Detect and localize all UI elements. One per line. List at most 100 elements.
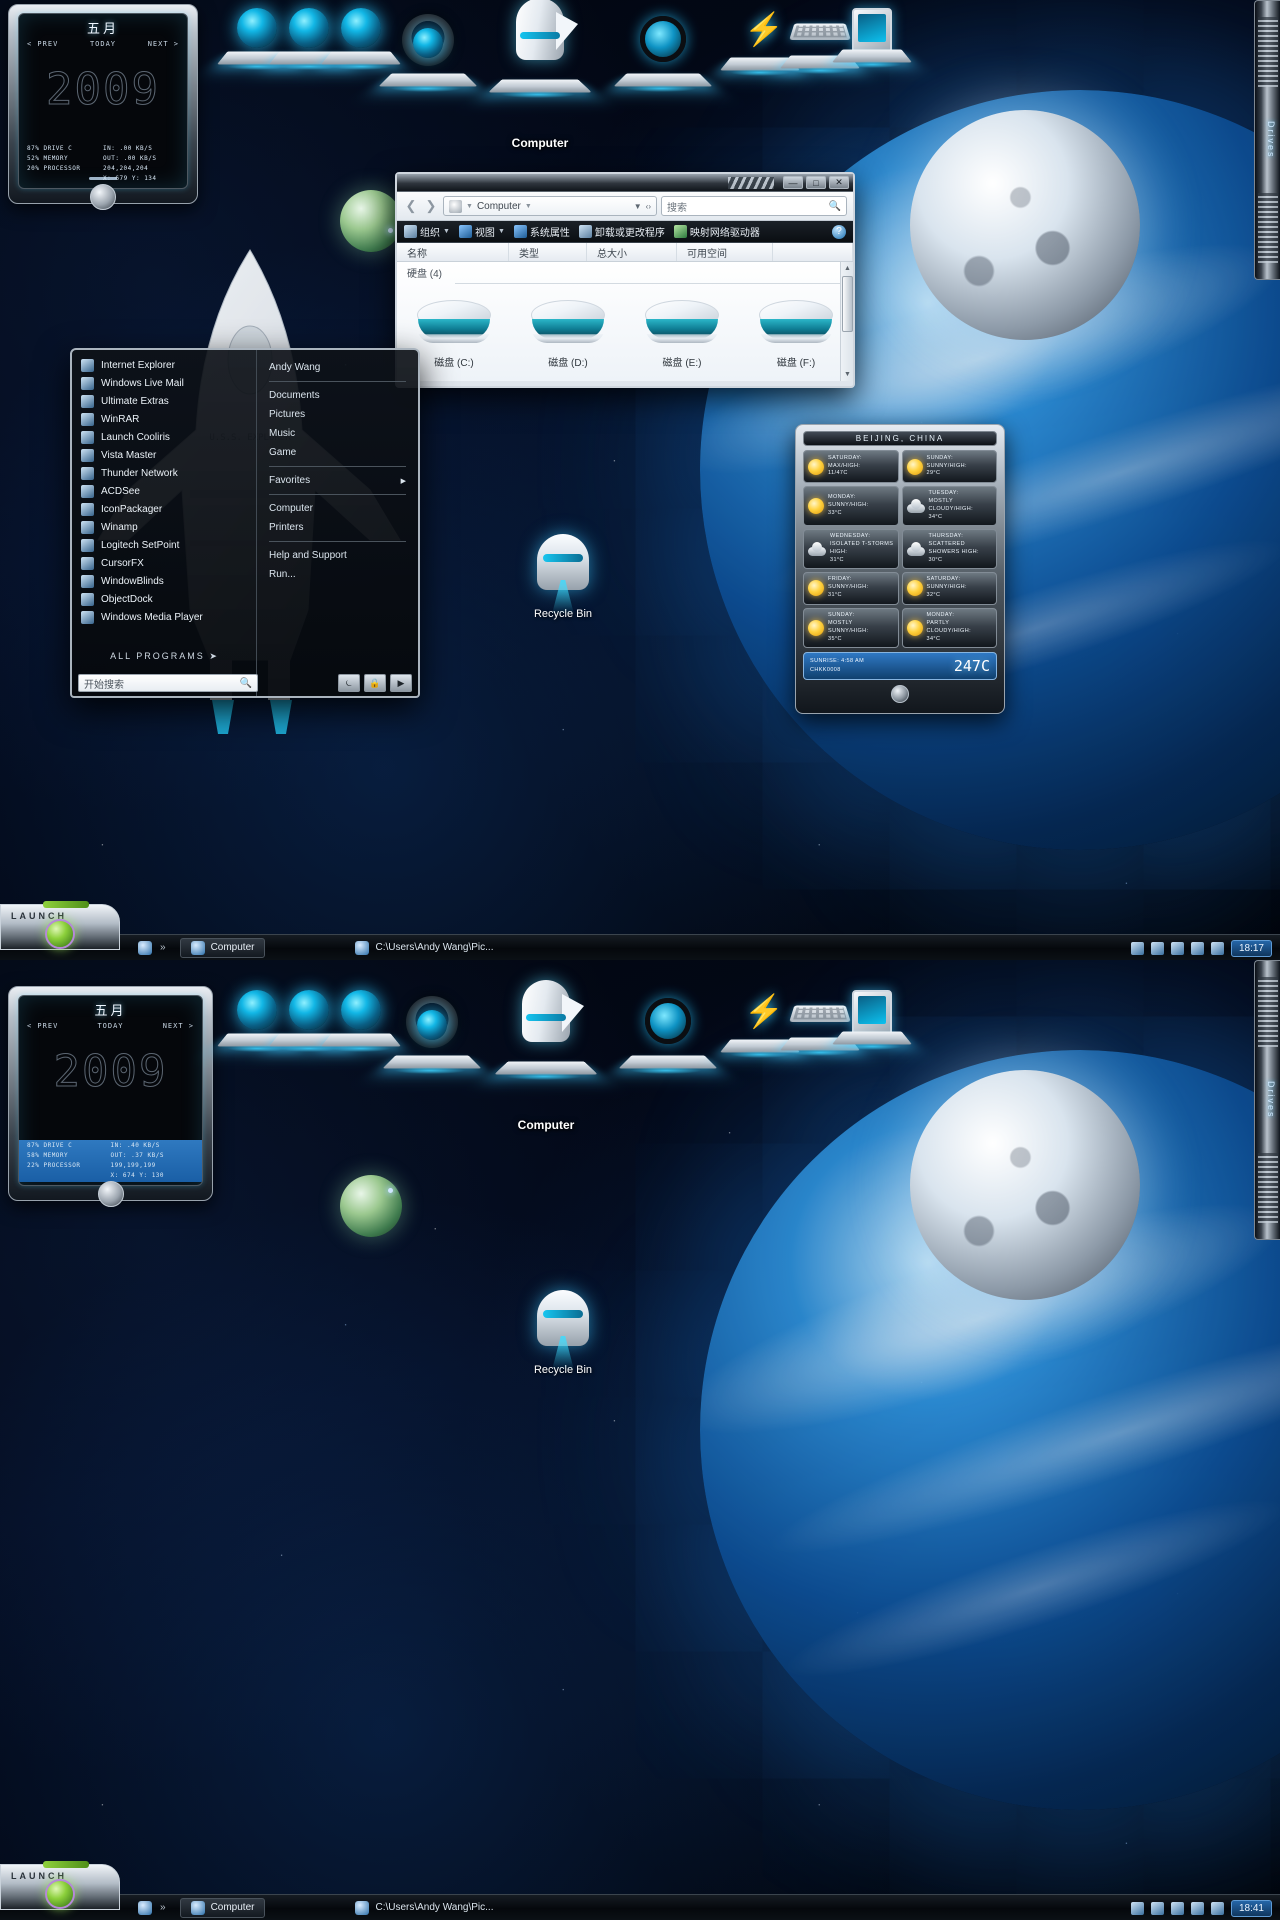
start-menu-item[interactable]: Windows Live Mail (76, 374, 252, 392)
start-menu-item[interactable]: Logitech SetPoint (76, 536, 252, 554)
desktop-icon-orb-device[interactable] (382, 996, 482, 1074)
tray-arrow-icon[interactable] (1170, 941, 1184, 955)
start-menu-place[interactable]: Pictures (263, 405, 412, 424)
recycle-bin[interactable]: Recycle Bin (518, 1290, 608, 1376)
toolbar-organize[interactable]: 组织 ▼ (404, 224, 450, 239)
desktop-icon-internet-explorer[interactable] (613, 14, 713, 92)
taskbar-task-computer[interactable]: Computer (179, 1897, 266, 1918)
weather-knob[interactable] (891, 684, 909, 703)
tray-monitor-icon[interactable] (1130, 941, 1144, 955)
taskbar[interactable]: » Computer C:\Users\Andy Wang\Pic... 18:… (0, 934, 1280, 960)
clock[interactable]: 18:41 (1230, 1899, 1272, 1917)
start-menu-item[interactable]: Ultimate Extras (76, 392, 252, 410)
start-menu-item[interactable]: WindowBlinds (76, 572, 252, 590)
start-menu-place[interactable]: Run... (263, 565, 412, 584)
drive-item[interactable]: 磁盘 (D:) (520, 300, 616, 369)
drive-item[interactable]: 磁盘 (E:) (634, 300, 730, 369)
tray-arrow-icon[interactable] (1170, 1901, 1184, 1915)
calendar-gadget[interactable]: 五月 < PREV TODAY NEXT > 2009 87% DRIVE C … (8, 4, 198, 210)
start-menu-item[interactable]: CursorFX (76, 554, 252, 572)
drive-item[interactable]: 磁盘 (F:) (748, 300, 844, 369)
start-search-input[interactable]: 开始搜索 🔍 (78, 674, 258, 692)
maximize-button[interactable]: □ (806, 176, 826, 189)
calendar-today-button[interactable]: TODAY (97, 1022, 123, 1030)
start-menu-place[interactable]: Game (263, 443, 412, 462)
start-menu-item[interactable]: Internet Explorer (76, 356, 252, 374)
column-free-space[interactable]: 可用空间 (677, 243, 773, 261)
volume-icon[interactable] (138, 940, 152, 955)
calendar-next-button[interactable]: NEXT > (148, 40, 179, 48)
tray-volume-icon[interactable] (1210, 1901, 1224, 1915)
toolbar-uninstall[interactable]: 卸载或更改程序 (578, 224, 665, 239)
desktop-icon-orb-device[interactable] (378, 14, 478, 92)
column-total-size[interactable]: 总大小 (587, 243, 677, 261)
vertical-scrollbar[interactable]: ▲ ▼ (840, 262, 853, 381)
volume-icon[interactable] (138, 1900, 152, 1915)
tray-help-icon[interactable] (1150, 941, 1164, 955)
chevron-right-icon[interactable]: » (160, 1902, 166, 1913)
start-menu-place[interactable]: Documents (263, 386, 412, 405)
tray-network-icon[interactable] (1190, 1901, 1204, 1915)
column-type[interactable]: 类型 (509, 243, 587, 261)
desktop-icon-computer[interactable]: Computer (488, 0, 592, 150)
help-icon[interactable]: ? (832, 224, 846, 239)
start-menu-place[interactable]: Printers (263, 518, 412, 537)
toolbar-system-properties[interactable]: 系统属性 (513, 224, 570, 239)
toolbar-view[interactable]: 视图 ▼ (458, 224, 505, 239)
desktop-icon-tablet[interactable] (830, 2, 914, 68)
calendar-knob[interactable] (97, 1181, 124, 1207)
tray-network-icon[interactable] (1190, 941, 1204, 955)
tray-help-icon[interactable] (1150, 1901, 1164, 1915)
start-menu-place[interactable]: Favorites ▶ (263, 471, 412, 490)
start-menu-place[interactable]: Andy Wang (263, 358, 412, 377)
drive-item[interactable]: 磁盘 (C:) (406, 300, 502, 369)
scroll-up-icon[interactable]: ▲ (841, 262, 853, 275)
calendar-prev-button[interactable]: < PREV (27, 40, 58, 48)
tray-monitor-icon[interactable] (1130, 1901, 1144, 1915)
start-menu-item[interactable]: Launch Cooliris (76, 428, 252, 446)
desktop-icon-computer[interactable]: Computer (494, 980, 598, 1132)
start-menu-place[interactable]: Computer (263, 499, 412, 518)
weather-gadget[interactable]: BEIJING, CHINA SATURDAY: MAX/HIGH: 11/47C S… (795, 424, 1005, 714)
start-menu-item[interactable]: IconPackager (76, 500, 252, 518)
start-menu-item[interactable]: Vista Master (76, 446, 252, 464)
drives-rail[interactable]: Drives (1254, 960, 1280, 1240)
calendar-knob[interactable] (90, 184, 116, 210)
window-titlebar[interactable]: — □ ✕ (397, 174, 853, 192)
toolbar-map-network-drive[interactable]: 映射网络驱动器 (673, 224, 760, 239)
start-menu-place[interactable]: Music (263, 424, 412, 443)
start-menu-item[interactable]: WinRAR (76, 410, 252, 428)
scroll-down-icon[interactable]: ▼ (841, 368, 853, 381)
taskbar-path-item[interactable]: C:\Users\Andy Wang\Pic... (355, 1900, 493, 1915)
calendar-prev-button[interactable]: < PREV (27, 1022, 58, 1030)
back-button[interactable]: ❮ (403, 198, 419, 214)
search-input[interactable]: 搜索 🔍 (661, 196, 847, 216)
start-button[interactable]: LAUNCH (0, 1861, 120, 1910)
lock-button[interactable]: 🔒 (364, 674, 386, 692)
desktop-icon-tablet[interactable] (830, 984, 914, 1050)
forward-button[interactable]: ❯ (423, 198, 439, 214)
drives-rail[interactable]: Drives (1254, 0, 1280, 280)
start-menu-place[interactable]: Help and Support (263, 546, 412, 565)
start-menu[interactable]: Internet Explorer Windows Live Mail Ultima… (70, 348, 420, 698)
start-menu-item[interactable]: Windows Media Player (76, 608, 252, 626)
calendar-gadget[interactable]: 五月 < PREV TODAY NEXT > 2009 87% DRIVE C … (8, 986, 213, 1207)
scrollbar-thumb[interactable] (842, 276, 853, 332)
recycle-bin[interactable]: Recycle Bin (518, 534, 608, 620)
chevron-right-icon[interactable]: » (160, 942, 166, 953)
explorer-window[interactable]: — □ ✕ ❮ ❯ ▼ Computer ▼ ▼ ‹› 搜索 🔍 组织 ▼ 视图… (395, 172, 855, 388)
taskbar-task-computer[interactable]: Computer (179, 937, 266, 958)
start-menu-item[interactable]: ObjectDock (76, 590, 252, 608)
calendar-today-button[interactable]: TODAY (90, 40, 116, 48)
taskbar-path-item[interactable]: C:\Users\Andy Wang\Pic... (355, 940, 493, 955)
tray-volume-icon[interactable] (1210, 941, 1224, 955)
start-menu-item[interactable]: ACDSee (76, 482, 252, 500)
shutdown-options-button[interactable]: ▶ (390, 674, 412, 692)
minimize-button[interactable]: — (783, 176, 803, 189)
start-button[interactable]: LAUNCH (0, 901, 120, 950)
taskbar[interactable]: » Computer C:\Users\Andy Wang\Pic... 18:… (0, 1894, 1280, 1920)
column-name[interactable]: 名称 (397, 243, 509, 261)
calendar-next-button[interactable]: NEXT > (163, 1022, 194, 1030)
start-menu-item[interactable]: Thunder Network (76, 464, 252, 482)
close-button[interactable]: ✕ (829, 176, 849, 189)
